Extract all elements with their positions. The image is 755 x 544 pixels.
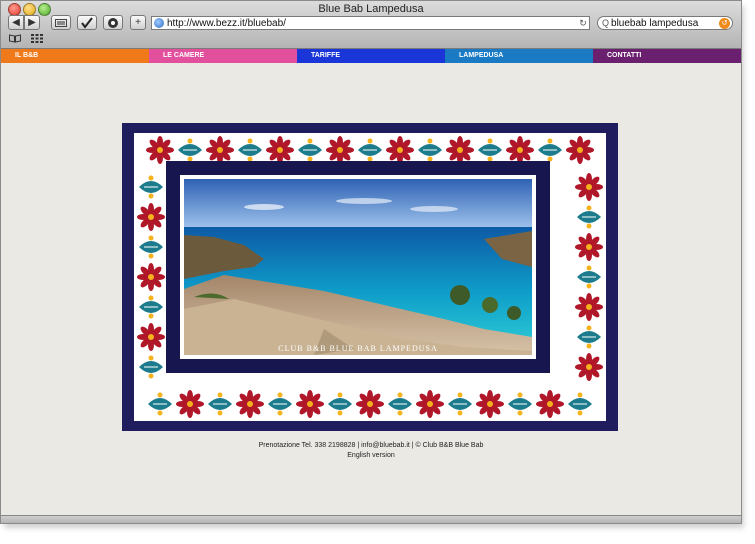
tile-ornament xyxy=(475,389,505,419)
tile-ornament xyxy=(205,389,235,419)
search-icon: Q xyxy=(602,18,610,28)
tile-ornament xyxy=(385,389,415,419)
tile-ornament xyxy=(565,135,595,165)
top-sites-grid-icon[interactable] xyxy=(31,34,43,46)
tile-ornament xyxy=(565,389,595,419)
window-icon xyxy=(55,18,67,27)
nav-item-tariffe[interactable]: TARIFFE xyxy=(297,49,445,63)
page-content: CLUB B&B BLUE BAB LAMPEDUSA Prenotazione… xyxy=(1,63,741,515)
english-version-link[interactable]: English version xyxy=(1,451,741,461)
nav-item-contatti[interactable]: CONTATTI xyxy=(593,49,741,63)
tile-ornament xyxy=(265,389,295,419)
nav-item-le-camere[interactable]: LE CAMERE xyxy=(149,49,297,63)
tile-ornament xyxy=(574,262,604,292)
spellcheck-button[interactable] xyxy=(77,15,97,30)
lampedusa-coast-photo: CLUB B&B BLUE BAB LAMPEDUSA xyxy=(184,179,532,355)
tile-ornament xyxy=(175,389,205,419)
tile-ornament xyxy=(136,322,166,352)
reload-icon[interactable]: ↻ xyxy=(577,18,589,29)
tile-ornament xyxy=(136,202,166,232)
tile-ornament xyxy=(136,262,166,292)
add-bookmark-button[interactable]: + xyxy=(130,15,146,30)
tile-ornament xyxy=(535,389,565,419)
tile-ornament xyxy=(136,292,166,322)
banner-caption: CLUB B&B BLUE BAB LAMPEDUSA xyxy=(278,344,438,353)
sidebar-toggle-button[interactable] xyxy=(51,15,71,30)
tile-ornament xyxy=(574,232,604,262)
snapback-icon[interactable]: ↺ xyxy=(719,17,730,29)
tile-ornament xyxy=(505,389,535,419)
checkmark-icon xyxy=(81,16,93,29)
page-footer: Prenotazione Tel. 338 2198828 | info@blu… xyxy=(1,441,741,461)
bookmarks-book-icon[interactable] xyxy=(9,34,21,46)
photo-mat: CLUB B&B BLUE BAB LAMPEDUSA xyxy=(180,175,536,359)
titlebar: Blue Bab Lampedusa ◀ ▶ + http://www.bezz… xyxy=(1,1,741,49)
browser-window: Blue Bab Lampedusa ◀ ▶ + http://www.bezz… xyxy=(0,0,742,524)
globe-icon xyxy=(154,18,164,28)
at-sign-icon xyxy=(108,17,118,28)
tile-ornament xyxy=(325,389,355,419)
back-arrow-icon: ◀ xyxy=(12,17,20,28)
window-bottom-bar xyxy=(1,515,741,523)
back-button[interactable]: ◀ xyxy=(8,15,24,30)
tile-ornament xyxy=(574,202,604,232)
tile-ornament xyxy=(295,389,325,419)
tile-ornament xyxy=(145,389,175,419)
tile-ornament xyxy=(235,389,265,419)
tile-ornament xyxy=(415,389,445,419)
tile-ornament xyxy=(574,322,604,352)
tile-ornament xyxy=(445,389,475,419)
tile-ornament xyxy=(574,352,604,382)
tile-ornament xyxy=(355,389,385,419)
tile-ornament xyxy=(136,352,166,382)
forward-arrow-icon: ▶ xyxy=(28,17,36,28)
tile-frame-banner: CLUB B&B BLUE BAB LAMPEDUSA xyxy=(122,123,618,431)
tile-ornament xyxy=(574,172,604,202)
plus-icon: + xyxy=(135,17,141,28)
forward-button[interactable]: ▶ xyxy=(24,15,40,30)
contact-line: Prenotazione Tel. 338 2198828 | info@blu… xyxy=(258,442,484,449)
window-title: Blue Bab Lampedusa xyxy=(318,3,424,15)
site-navigation: IL B&B LE CAMERE TARIFFE LAMPEDUSA CONTA… xyxy=(1,49,741,63)
photo-border: CLUB B&B BLUE BAB LAMPEDUSA xyxy=(166,161,550,373)
search-text: bluebab lampedusa xyxy=(611,17,699,29)
tile-ornament xyxy=(136,172,166,202)
nav-item-il-bb[interactable]: IL B&B xyxy=(1,49,149,63)
nav-item-lampedusa[interactable]: LAMPEDUSA xyxy=(445,49,593,63)
home-button[interactable] xyxy=(103,15,123,30)
url-text: http://www.bezz.it/bluebab/ xyxy=(167,17,286,29)
search-field[interactable]: Q bluebab lampedusa ↺ xyxy=(597,16,733,30)
tile-ornament xyxy=(574,292,604,322)
address-bar[interactable]: http://www.bezz.it/bluebab/ ↻ xyxy=(151,16,590,30)
tile-ornament xyxy=(136,232,166,262)
